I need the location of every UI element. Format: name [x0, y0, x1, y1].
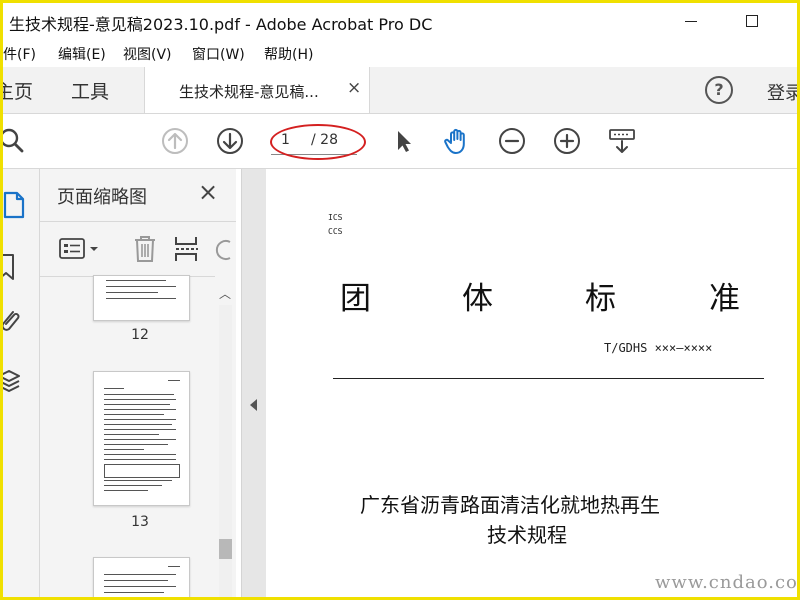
page-thumbnails-panel: 页面缩略图 × 12 13 ︿: [40, 169, 236, 597]
minimize-button[interactable]: [677, 7, 705, 35]
previous-page-icon[interactable]: [160, 126, 190, 156]
doc-ics-label: ICS: [328, 213, 343, 222]
acrobat-window: 生技术规程-意见稿2023.10.pdf - Adobe Acrobat Pro…: [3, 3, 797, 597]
menu-help[interactable]: 帮助(H): [264, 44, 313, 64]
layers-icon[interactable]: [3, 365, 29, 397]
page-thumbnail-13[interactable]: [93, 371, 190, 506]
doc-heading-char: 团: [340, 281, 371, 317]
page-thumbnail-12[interactable]: [93, 275, 190, 321]
doc-title-line-2: 技术规程: [487, 523, 567, 547]
page-number-label: 12: [131, 327, 149, 343]
zoom-out-icon[interactable]: [497, 126, 527, 156]
menu-view[interactable]: 视图(V): [123, 44, 172, 64]
tab-document[interactable]: 生技术规程-意见稿... ×: [144, 67, 370, 113]
thumbnail-options-icon[interactable]: [58, 236, 102, 262]
page-number-label: 13: [131, 514, 149, 530]
attachment-icon[interactable]: [3, 305, 29, 337]
page-thumbnails-icon[interactable]: [3, 189, 29, 221]
doc-heading-char: 标: [585, 281, 616, 317]
maximize-button[interactable]: [738, 7, 766, 35]
annotation-ellipse: [270, 124, 366, 160]
tab-bar: 主页 工具 生技术规程-意见稿... × ? 登录: [3, 67, 797, 114]
panel-close-icon[interactable]: ×: [198, 178, 218, 206]
menu-file[interactable]: 件(F): [3, 44, 36, 64]
window-title: 生技术规程-意见稿2023.10.pdf - Adobe Acrobat Pro…: [9, 15, 433, 34]
doc-divider: [333, 378, 764, 379]
watermark-text: www.cndao.com: [655, 572, 797, 593]
tab-document-label: 生技术规程-意见稿...: [179, 83, 319, 101]
menu-bar: 件(F) 编辑(E) 视图(V) 窗口(W) 帮助(H): [3, 39, 797, 67]
doc-heading-char: 准: [709, 281, 740, 317]
zoom-in-icon[interactable]: [552, 126, 582, 156]
panel-toolbar: [40, 221, 236, 277]
rotate-page-icon[interactable]: [214, 236, 232, 262]
thumbnails-scrollbar[interactable]: ︿: [215, 275, 236, 597]
hand-tool-icon[interactable]: [442, 126, 472, 156]
keyboard-scroll-icon[interactable]: [607, 126, 637, 156]
doc-heading-char: 体: [462, 281, 493, 317]
collapse-arrow-icon[interactable]: [250, 399, 257, 411]
bookmark-icon[interactable]: [3, 251, 29, 283]
tab-close-icon[interactable]: ×: [347, 78, 361, 98]
document-page: ICS CCS 团 体 标 准 T/GDHS ×××—×××× 广东省沥青路面清…: [266, 169, 797, 597]
next-page-icon[interactable]: [215, 126, 245, 156]
title-bar: 生技术规程-意见稿2023.10.pdf - Adobe Acrobat Pro…: [3, 3, 797, 39]
menu-edit[interactable]: 编辑(E): [58, 44, 106, 64]
search-icon[interactable]: [3, 126, 27, 156]
scroll-up-icon[interactable]: ︿: [219, 285, 231, 302]
help-icon[interactable]: ?: [705, 76, 733, 104]
select-cursor-icon[interactable]: [389, 126, 419, 156]
doc-title-line-1: 广东省沥青路面清洁化就地热再生: [360, 493, 660, 517]
navigation-rail: [3, 169, 40, 597]
scroll-thumb[interactable]: [219, 539, 232, 559]
menu-window[interactable]: 窗口(W): [192, 44, 245, 64]
insert-page-icon[interactable]: [173, 234, 201, 264]
page-thumbnail-14[interactable]: [93, 557, 190, 597]
tab-tools[interactable]: 工具: [71, 77, 109, 104]
doc-standard-code: T/GDHS ×××—××××: [604, 341, 713, 355]
doc-ccs-label: CCS: [328, 227, 343, 236]
login-button[interactable]: 登录: [767, 79, 797, 105]
toolbar: 1 / 28: [3, 114, 797, 169]
tab-home[interactable]: 主页: [3, 77, 33, 104]
delete-page-icon[interactable]: [132, 234, 158, 264]
collapse-panel-handle[interactable]: [241, 169, 267, 597]
panel-title: 页面缩略图: [57, 187, 147, 208]
